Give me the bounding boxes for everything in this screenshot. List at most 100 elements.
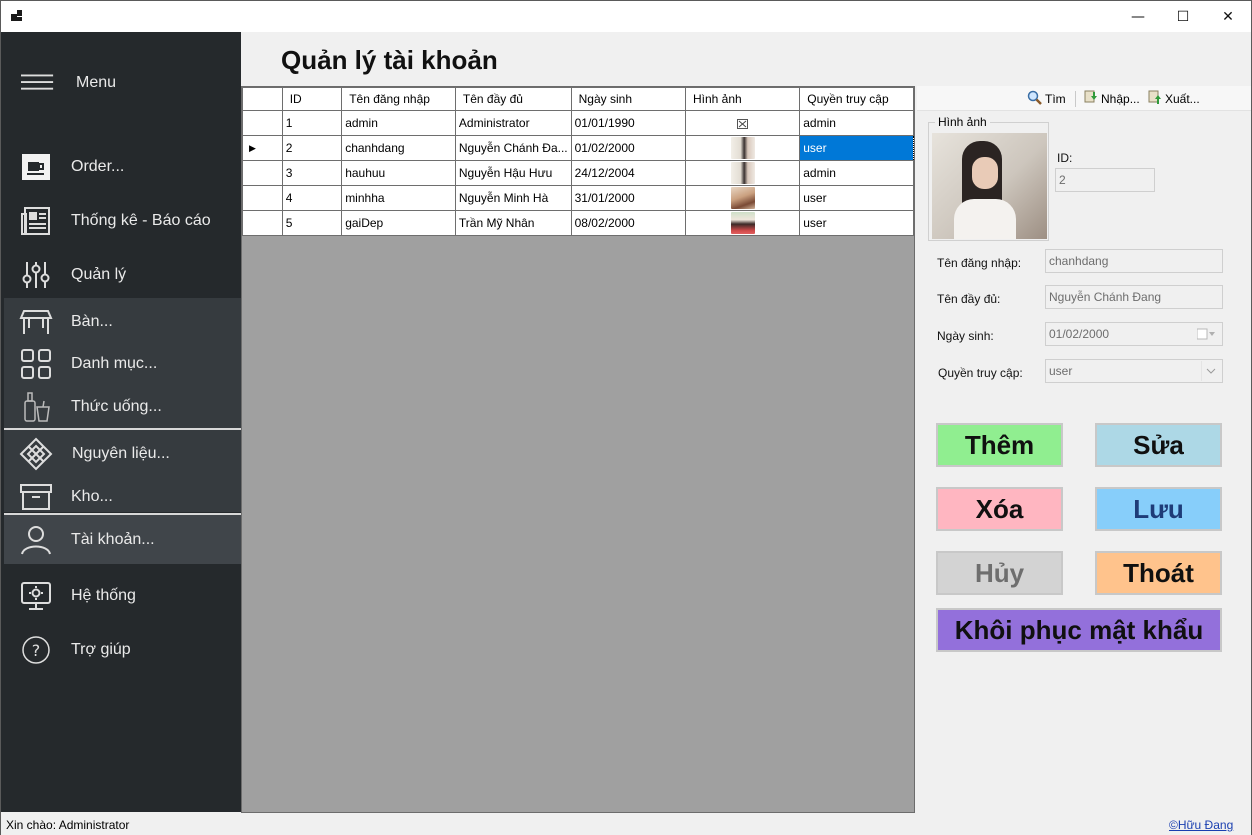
row-header[interactable] bbox=[242, 185, 283, 211]
cell-fullname[interactable]: Administrator bbox=[454, 110, 572, 136]
cell-role[interactable]: user bbox=[799, 135, 914, 161]
minimize-button[interactable]: — bbox=[1115, 1, 1161, 32]
cancel-button[interactable]: Hủy bbox=[936, 551, 1063, 595]
cell-id[interactable]: 2 bbox=[281, 135, 343, 161]
cell-role[interactable]: admin bbox=[799, 110, 914, 136]
sidebar-item-order[interactable]: Order... bbox=[1, 149, 241, 185]
save-button[interactable]: Lưu bbox=[1095, 487, 1222, 531]
column-header-username[interactable]: Tên đăng nhập bbox=[341, 87, 456, 111]
cell-fullname[interactable]: Nguyễn Chánh Đa... bbox=[454, 135, 572, 161]
search-button[interactable]: Tìm bbox=[1027, 90, 1066, 108]
avatar-thumbnail bbox=[730, 212, 755, 234]
cell-id[interactable]: 1 bbox=[281, 110, 343, 136]
import-icon bbox=[1083, 90, 1098, 108]
table-row[interactable]: 4 minhha Nguyễn Minh Hà 31/01/2000 user bbox=[242, 185, 914, 211]
row-header[interactable] bbox=[242, 110, 283, 136]
cell-image[interactable] bbox=[684, 160, 801, 186]
profile-photo[interactable] bbox=[932, 133, 1047, 239]
delete-button[interactable]: Xóa bbox=[936, 487, 1063, 531]
sidebar-item-drinks[interactable]: Thức uống... bbox=[1, 389, 241, 425]
table-row[interactable]: 1 admin Administrator 01/01/1990 admin bbox=[242, 110, 914, 136]
cell-dob[interactable]: 24/12/2004 bbox=[570, 160, 686, 186]
sidebar-item-warehouse[interactable]: Kho... bbox=[1, 479, 241, 515]
cell-image[interactable] bbox=[684, 185, 801, 211]
column-header-dob[interactable]: Ngày sinh bbox=[570, 87, 686, 111]
page-title: Quản lý tài khoản bbox=[281, 45, 498, 75]
table-row[interactable]: 5 gaiDep Trần Mỹ Nhân 08/02/2000 user bbox=[242, 210, 914, 236]
import-button[interactable]: Nhập... bbox=[1083, 90, 1140, 108]
cell-dob[interactable]: 08/02/2000 bbox=[570, 210, 686, 236]
cell-image[interactable] bbox=[684, 210, 801, 236]
sidebar-item-management[interactable]: Quản lý bbox=[1, 257, 241, 293]
edit-button[interactable]: Sửa bbox=[1095, 423, 1222, 467]
grid-icon bbox=[19, 347, 53, 381]
sidebar-item-ingredients[interactable]: Nguyên liệu... bbox=[1, 436, 241, 472]
maximize-button[interactable]: ☐ bbox=[1160, 1, 1206, 32]
sliders-icon bbox=[19, 258, 53, 292]
sidebar-item-label: Trợ giúp bbox=[71, 641, 131, 658]
add-button-label: Thêm bbox=[964, 429, 1035, 460]
search-label: Tìm bbox=[1045, 92, 1066, 106]
reset-password-button[interactable]: Khôi phục mật khẩu bbox=[936, 608, 1222, 652]
username-field[interactable]: chanhdang bbox=[1045, 249, 1223, 273]
cell-role[interactable]: user bbox=[799, 185, 914, 211]
row-header[interactable] bbox=[242, 210, 283, 236]
cell-id[interactable]: 5 bbox=[281, 210, 343, 236]
dob-picker[interactable]: 01/02/2000 bbox=[1045, 322, 1223, 346]
cell-id[interactable]: 4 bbox=[281, 185, 343, 211]
exit-button[interactable]: Thoát bbox=[1095, 551, 1222, 595]
sidebar-item-reports[interactable]: Thống kê - Báo cáo bbox=[1, 203, 241, 239]
cell-dob[interactable]: 01/01/1990 bbox=[570, 110, 686, 136]
cell-dob[interactable]: 31/01/2000 bbox=[570, 185, 686, 211]
cell-fullname[interactable]: Nguyễn Minh Hà bbox=[454, 185, 572, 211]
row-header[interactable] bbox=[242, 160, 283, 186]
row-header[interactable]: ▶ bbox=[242, 135, 283, 161]
sidebar-item-categories[interactable]: Danh mục... bbox=[1, 346, 241, 382]
monitor-gear-icon bbox=[19, 579, 53, 613]
cell-username[interactable]: hauhuu bbox=[341, 160, 456, 186]
accounts-grid[interactable]: ID Tên đăng nhập Tên đầy đủ Ngày sinh Hì… bbox=[241, 86, 915, 813]
cell-role[interactable]: user bbox=[799, 210, 914, 236]
table-row[interactable]: 3 hauhuu Nguyễn Hậu Hưu 24/12/2004 admin bbox=[242, 160, 914, 186]
calendar-dropdown-icon[interactable] bbox=[1196, 328, 1217, 343]
id-label: ID: bbox=[1057, 151, 1073, 165]
export-button[interactable]: Xuất... bbox=[1147, 90, 1200, 108]
cell-username[interactable]: admin bbox=[341, 110, 456, 136]
menu-toggle[interactable]: Menu bbox=[1, 70, 241, 96]
column-header-fullname[interactable]: Tên đầy đủ bbox=[454, 87, 572, 111]
role-label: Quyền truy cập: bbox=[938, 366, 1023, 380]
title-bar: — ☐ ✕ bbox=[1, 1, 1251, 32]
cell-role[interactable]: admin bbox=[799, 160, 914, 186]
fullname-field[interactable]: Nguyễn Chánh Đang bbox=[1045, 285, 1223, 309]
archive-box-icon bbox=[19, 480, 53, 514]
sidebar-item-tables[interactable]: Bàn... bbox=[1, 304, 241, 340]
cell-image[interactable] bbox=[684, 110, 801, 136]
column-header-image[interactable]: Hình ảnh bbox=[684, 87, 801, 111]
svg-text:?: ? bbox=[32, 641, 41, 660]
avatar-thumbnail bbox=[730, 162, 755, 184]
chevron-down-icon[interactable] bbox=[1201, 361, 1219, 381]
sidebar-item-accounts[interactable]: Tài khoản... bbox=[1, 522, 241, 558]
detail-toolbar: Tìm Nhập... Xuất... bbox=[917, 86, 1251, 111]
sidebar-item-label: Quản lý bbox=[71, 266, 127, 283]
close-button[interactable]: ✕ bbox=[1205, 1, 1251, 32]
column-header-role[interactable]: Quyền truy cập bbox=[799, 87, 914, 111]
cell-username[interactable]: gaiDep bbox=[341, 210, 456, 236]
cell-fullname[interactable]: Nguyễn Hậu Hưu bbox=[454, 160, 572, 186]
cell-fullname[interactable]: Trần Mỹ Nhân bbox=[454, 210, 572, 236]
sidebar-item-help[interactable]: ? Trợ giúp bbox=[1, 632, 241, 668]
cell-username[interactable]: chanhdang bbox=[341, 135, 456, 161]
cell-username[interactable]: minhha bbox=[341, 185, 456, 211]
cell-image[interactable] bbox=[684, 135, 801, 161]
add-button[interactable]: Thêm bbox=[936, 423, 1063, 467]
cell-dob[interactable]: 01/02/2000 bbox=[570, 135, 686, 161]
broken-image-icon bbox=[737, 118, 749, 129]
sidebar-item-system[interactable]: Hệ thống bbox=[1, 578, 241, 614]
cell-id[interactable]: 3 bbox=[281, 160, 343, 186]
sidebar: Menu Order... Thống kê - Báo cáo Quản lý bbox=[1, 32, 241, 812]
table-row-selected[interactable]: ▶ 2 chanhdang Nguyễn Chánh Đa... 01/02/2… bbox=[242, 135, 914, 161]
id-field[interactable]: 2 bbox=[1055, 168, 1155, 192]
role-select[interactable]: user bbox=[1045, 359, 1223, 383]
author-link[interactable]: ©Hữu Đang bbox=[1169, 818, 1233, 832]
column-header-id[interactable]: ID bbox=[281, 87, 343, 111]
